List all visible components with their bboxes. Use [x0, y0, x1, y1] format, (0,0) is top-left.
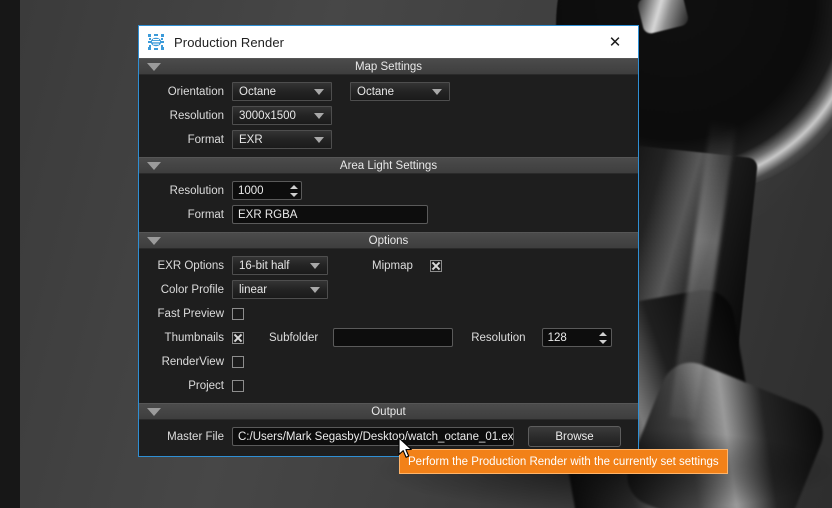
area-resolution-value: 1000: [238, 184, 264, 197]
map-format-value: EXR: [239, 133, 263, 146]
section-header-map-settings[interactable]: Map Settings: [139, 58, 638, 75]
color-profile-dropdown[interactable]: linear: [232, 280, 328, 299]
section-title: Map Settings: [354, 60, 423, 73]
area-format-label: Format: [187, 208, 224, 221]
area-format-field[interactable]: EXR RGBA: [232, 205, 428, 224]
stepper-down-icon[interactable]: [599, 339, 608, 344]
row-area-resolution: Resolution 1000: [139, 180, 638, 201]
map-resolution-value: 3000x1500: [239, 109, 296, 122]
section-title: Options: [368, 234, 409, 247]
production-render-dialog: Production Render ✕ Map Settings Orienta…: [138, 25, 639, 457]
chevron-down-icon: [314, 88, 324, 95]
section-header-output[interactable]: Output: [139, 403, 638, 420]
mipmap-label: Mipmap: [372, 259, 413, 272]
map-resolution-label: Resolution: [169, 109, 224, 122]
thumbnails-label: Thumbnails: [164, 331, 224, 344]
browse-button[interactable]: Browse: [528, 426, 621, 447]
section-title: Output: [371, 405, 406, 418]
map-settings-rows: Orientation Octane Octane Resolution 300…: [139, 75, 638, 157]
exr-options-label: EXR Options: [157, 259, 224, 272]
viewport-left-gutter: [0, 0, 20, 508]
chevron-down-icon: [314, 136, 324, 143]
area-resolution-stepper[interactable]: 1000: [232, 181, 302, 200]
color-profile-label: Color Profile: [160, 283, 224, 296]
triangle-down-icon[interactable]: [147, 407, 161, 416]
mipmap-checkbox[interactable]: [429, 259, 442, 272]
orientation-dropdown-secondary[interactable]: Octane: [350, 82, 450, 101]
renderview-label: RenderView: [161, 355, 224, 368]
renderview-checkbox[interactable]: [232, 355, 244, 368]
row-master-file: Master File C:/Users/Mark Segasby/Deskto…: [139, 426, 638, 447]
section-header-options[interactable]: Options: [139, 232, 638, 249]
triangle-down-icon[interactable]: [147, 161, 161, 170]
subfolder-label: Subfolder: [269, 331, 319, 344]
map-format-dropdown[interactable]: EXR: [232, 130, 332, 149]
dialog-title: Production Render: [174, 34, 285, 50]
subfolder-input[interactable]: [333, 328, 454, 347]
orientation-value-secondary: Octane: [357, 85, 395, 98]
row-fast-preview: Fast Preview: [139, 303, 638, 324]
chevron-down-icon: [310, 286, 320, 293]
triangle-down-icon[interactable]: [147, 236, 161, 245]
row-color-profile: Color Profile linear: [139, 279, 638, 300]
chevron-down-icon: [314, 112, 324, 119]
area-resolution-label: Resolution: [169, 184, 224, 197]
row-exr-options: EXR Options 16-bit half Mipmap: [139, 255, 638, 276]
thumb-resolution-value: 128: [547, 331, 567, 344]
project-label: Project: [188, 379, 224, 392]
row-renderview: RenderView: [139, 351, 638, 372]
exr-options-value: 16-bit half: [239, 259, 290, 272]
orientation-value: Octane: [239, 85, 277, 98]
dialog-body: Map Settings Orientation Octane Octane R…: [139, 58, 638, 456]
stepper-up-icon[interactable]: [289, 184, 298, 189]
section-header-area-light-settings[interactable]: Area Light Settings: [139, 157, 638, 174]
close-icon[interactable]: ✕: [594, 27, 636, 57]
row-project: Project: [139, 375, 638, 396]
render-button-tooltip: Perform the Production Render with the c…: [399, 449, 728, 474]
thumbnails-checkbox[interactable]: [232, 331, 244, 344]
color-profile-value: linear: [239, 283, 268, 296]
row-thumbnails: Thumbnails Subfolder Resolution 128: [139, 327, 638, 348]
dialog-titlebar[interactable]: Production Render ✕: [139, 26, 638, 58]
stepper-up-icon[interactable]: [599, 331, 608, 336]
area-light-settings-rows: Resolution 1000 Format EXR RGBA: [139, 174, 638, 232]
row-map-format: Format EXR: [139, 129, 638, 150]
map-resolution-dropdown[interactable]: 3000x1500: [232, 106, 332, 125]
orientation-dropdown[interactable]: Octane: [232, 82, 332, 101]
stepper-buttons[interactable]: [288, 182, 301, 199]
row-map-resolution: Resolution 3000x1500: [139, 105, 638, 126]
orientation-label: Orientation: [167, 85, 224, 98]
master-file-label: Master File: [167, 430, 224, 443]
octane-app-icon: [147, 33, 165, 51]
triangle-down-icon[interactable]: [147, 62, 161, 71]
thumb-resolution-stepper[interactable]: 128: [541, 328, 612, 347]
master-file-input[interactable]: C:/Users/Mark Segasby/Desktop/watch_octa…: [232, 427, 514, 446]
fast-preview-checkbox[interactable]: [232, 307, 244, 320]
stepper-down-icon[interactable]: [289, 192, 298, 197]
exr-options-dropdown[interactable]: 16-bit half: [232, 256, 328, 275]
thumb-resolution-label: Resolution: [471, 331, 526, 344]
row-area-format: Format EXR RGBA: [139, 204, 638, 225]
stepper-buttons[interactable]: [598, 329, 611, 346]
project-checkbox[interactable]: [232, 379, 244, 392]
chevron-down-icon: [432, 88, 442, 95]
row-orientation: Orientation Octane Octane: [139, 81, 638, 102]
chevron-down-icon: [310, 262, 320, 269]
map-format-label: Format: [187, 133, 224, 146]
options-rows: EXR Options 16-bit half Mipmap Color Pro…: [139, 249, 638, 403]
fast-preview-label: Fast Preview: [157, 307, 224, 320]
section-title: Area Light Settings: [339, 159, 438, 172]
